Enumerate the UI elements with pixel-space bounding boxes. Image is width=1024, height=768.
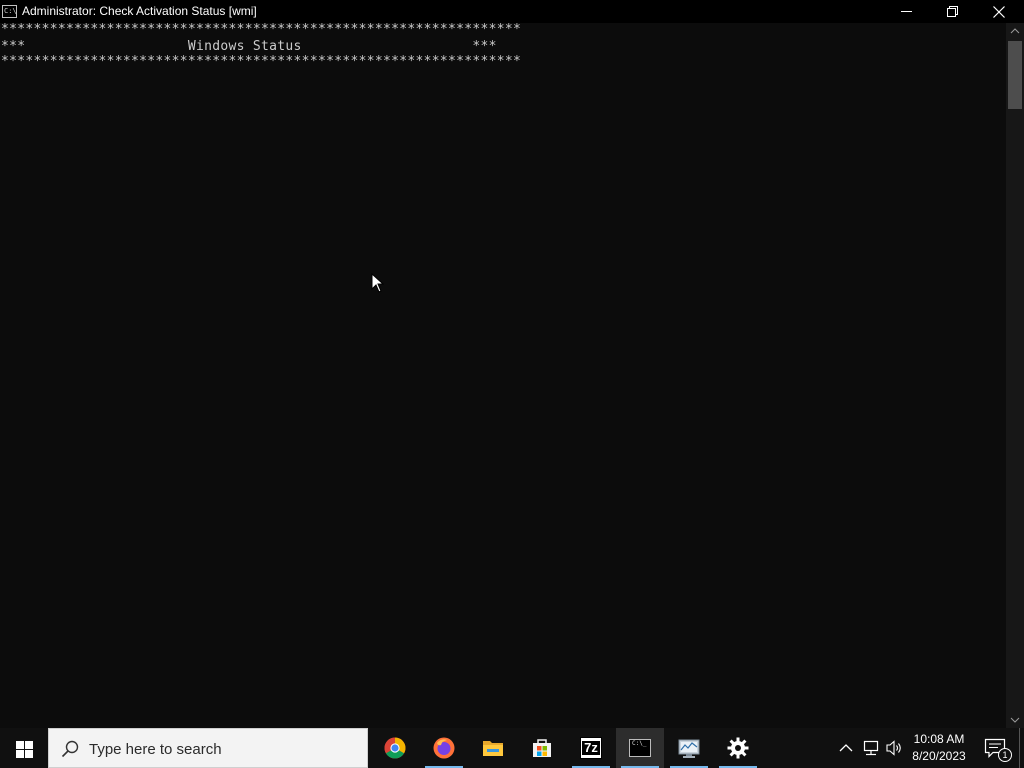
chrome-icon [384,737,406,759]
taskbar-clock[interactable]: 10:08 AM 8/20/2023 [906,731,972,767]
restore-icon [947,6,958,17]
vertical-scrollbar[interactable] [1006,23,1024,728]
taskbar-app-microsoft-store[interactable] [518,728,566,768]
network-icon [863,740,879,756]
console-output[interactable]: ****************************************… [0,23,1006,728]
console-app-icon[interactable]: C:\_ [2,5,17,18]
console-window[interactable]: C:\_ Administrator: Check Activation Sta… [0,0,1024,728]
chevron-up-icon [1010,28,1020,34]
settings-icon [727,737,749,759]
scroll-up-button[interactable] [1006,23,1024,40]
chevron-up-icon [839,744,853,752]
search-icon [61,740,79,758]
taskbar-search-box[interactable]: Type here to search [48,728,368,768]
file-explorer-icon [483,741,503,756]
action-center-button[interactable]: 1 [976,728,1016,768]
console-line-border-bottom: ****************************************… [1,54,522,69]
scrollbar-thumb[interactable] [1008,41,1022,109]
restore-button[interactable] [930,0,976,23]
console-line-heading: *** Windows Status *** [1,39,497,54]
taskbar-app-system-monitor[interactable] [665,728,713,768]
clock-time: 10:08 AM [913,732,965,746]
volume-tray-button[interactable] [882,728,906,768]
taskbar-app-command-prompt[interactable]: C:\_ [616,728,664,768]
scroll-down-button[interactable] [1006,711,1024,728]
7zip-icon-label: 7z [582,741,600,755]
command-prompt-icon: C:\_ [629,739,651,757]
notification-count-badge: 1 [998,748,1012,762]
close-button[interactable] [976,0,1022,23]
start-button[interactable] [0,728,48,768]
taskbar-app-firefox[interactable] [420,728,468,768]
cmd-icon-label: C:\_ [632,740,647,747]
firefox-icon [433,737,455,759]
taskbar-app-file-explorer[interactable] [469,728,517,768]
chevron-down-icon [1010,717,1020,723]
network-tray-button[interactable] [858,728,882,768]
show-hidden-icons-button[interactable] [834,728,858,768]
microsoft-store-icon [533,739,551,757]
minimize-button[interactable] [884,0,930,23]
7zip-icon: 7z [580,737,602,759]
taskbar-app-chrome[interactable] [371,728,419,768]
taskbar-app-7zip[interactable]: 7z [567,728,615,768]
search-placeholder: Type here to search [89,741,222,758]
close-icon [993,6,1005,18]
taskbar-app-settings[interactable] [714,728,762,768]
mouse-cursor-icon [371,273,385,293]
title-bar[interactable]: C:\_ Administrator: Check Activation Sta… [0,0,1024,23]
clock-date: 8/20/2023 [912,749,966,763]
windows-logo-icon [16,741,33,758]
volume-icon [886,740,901,756]
system-monitor-icon [678,739,700,758]
taskbar: Type here to search 7z C:\_ 10:08 AM 8/2… [0,728,1024,768]
minimize-icon [901,11,912,12]
show-desktop-button[interactable] [1019,728,1024,768]
window-title: Administrator: Check Activation Status [… [22,4,257,18]
console-line-border-top: ****************************************… [1,23,522,37]
